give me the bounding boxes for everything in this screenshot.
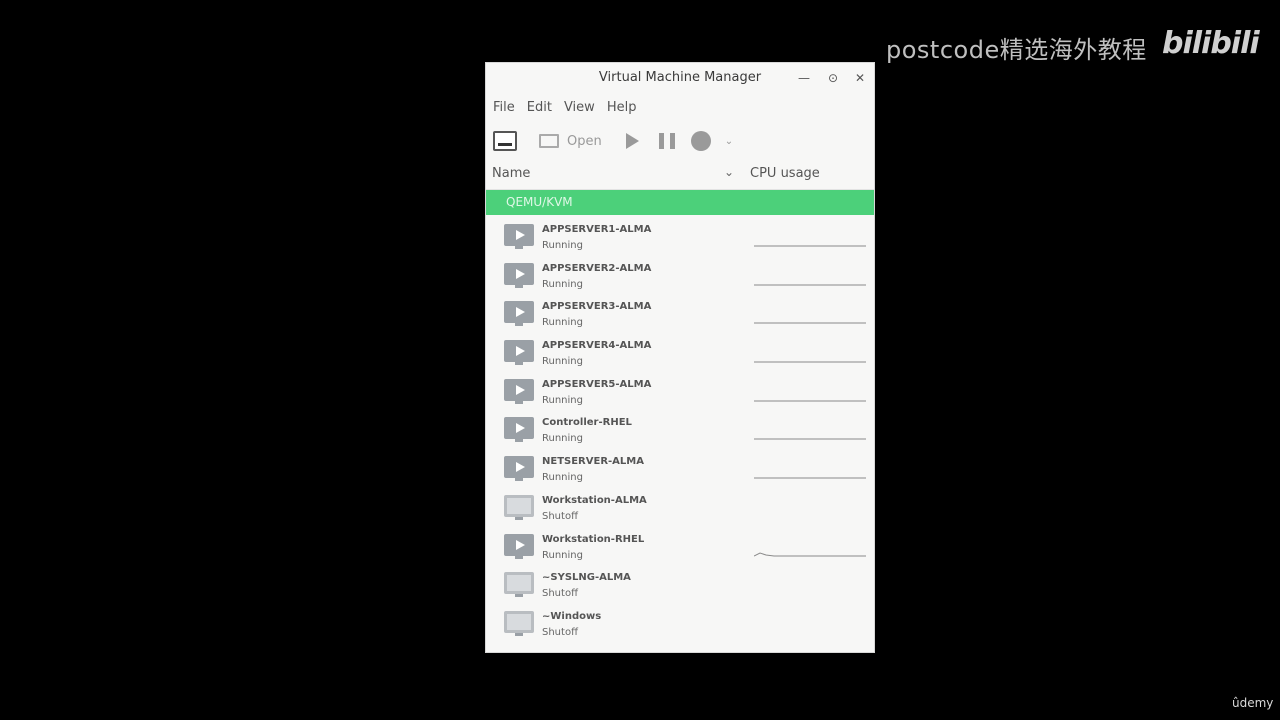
vm-name: APPSERVER3-ALMA xyxy=(542,301,652,313)
vm-row[interactable]: APPSERVER4-ALMA Running xyxy=(486,336,874,375)
toolbar: Open ⌄ xyxy=(486,121,874,161)
sort-chevron-icon[interactable]: ⌄ xyxy=(724,165,734,179)
new-vm-icon[interactable] xyxy=(493,131,517,151)
menu-bar: File Edit View Help xyxy=(486,95,874,121)
vm-status: Running xyxy=(542,433,583,445)
vm-status: Running xyxy=(542,317,583,329)
cpu-usage-graph xyxy=(754,551,866,556)
minimize-button[interactable]: — xyxy=(797,71,811,85)
cpu-usage-graph xyxy=(754,322,866,324)
vm-name: APPSERVER1-ALMA xyxy=(542,224,652,235)
vm-name: APPSERVER4-ALMA xyxy=(542,340,652,352)
vm-running-icon xyxy=(504,378,534,404)
watermark-text: postcode精选海外教程 xyxy=(886,36,1147,64)
vm-name: Controller-RHEL xyxy=(542,417,632,429)
open-label: Open xyxy=(567,133,602,149)
cpu-usage-graph xyxy=(754,284,866,286)
menu-view[interactable]: View xyxy=(564,95,595,121)
cpu-usage-graph xyxy=(754,438,866,440)
chevron-down-icon[interactable]: ⌄ xyxy=(725,136,733,147)
pause-icon[interactable] xyxy=(658,133,675,149)
list-header: Name ⌄ CPU usage xyxy=(486,161,874,190)
menu-edit[interactable]: Edit xyxy=(527,95,552,121)
menu-help[interactable]: Help xyxy=(607,95,637,121)
vm-row[interactable]: ~SYSLNG-ALMA Shutoff xyxy=(486,568,874,607)
vm-list: APPSERVER1-ALMA Running APPSERVER2-ALMA Run… xyxy=(486,215,874,646)
play-icon[interactable] xyxy=(625,133,639,149)
vm-status: Running xyxy=(542,240,583,251)
column-cpu-header[interactable]: CPU usage xyxy=(750,166,820,181)
connection-label: QEMU/KVM xyxy=(506,195,573,209)
vm-status: Running xyxy=(542,394,583,406)
vm-row[interactable]: APPSERVER5-ALMA Running xyxy=(486,375,874,414)
cpu-usage-line xyxy=(754,551,866,556)
monitor-icon xyxy=(539,134,559,148)
vm-row[interactable]: APPSERVER1-ALMA Running xyxy=(486,220,874,259)
vm-name: Workstation-RHEL xyxy=(542,533,645,545)
vm-running-icon xyxy=(504,301,534,327)
vm-status: Shutoff xyxy=(542,510,578,522)
close-button[interactable]: ✕ xyxy=(853,71,867,85)
cpu-usage-graph xyxy=(754,400,866,402)
window-title: Virtual Machine Manager xyxy=(598,70,762,85)
vm-status: Running xyxy=(542,278,583,290)
vm-running-icon xyxy=(504,533,534,559)
vm-name: Workstation-ALMA xyxy=(542,494,647,506)
vm-status: Running xyxy=(542,356,583,368)
vm-row[interactable]: APPSERVER3-ALMA Running xyxy=(486,297,874,336)
vm-running-icon xyxy=(504,456,534,482)
cpu-usage-graph xyxy=(754,477,866,479)
open-button[interactable]: Open xyxy=(539,134,602,149)
vm-row[interactable]: Workstation-ALMA Shutoff xyxy=(486,491,874,530)
vm-shutoff-icon xyxy=(504,610,534,636)
bilibili-logo: bilibili xyxy=(1162,26,1260,61)
virt-manager-window: Virtual Machine Manager — ⊙ ✕ File Edit … xyxy=(485,62,875,653)
cpu-usage-graph xyxy=(754,361,866,363)
column-name-header[interactable]: Name xyxy=(492,166,530,181)
vm-status: Shutoff xyxy=(542,588,578,600)
vm-shutoff-icon xyxy=(504,572,534,598)
vm-row[interactable]: APPSERVER2-ALMA Running xyxy=(486,259,874,298)
cpu-usage-graph xyxy=(754,245,866,247)
vm-status: Running xyxy=(542,472,583,484)
vm-row[interactable]: ~Windows Shutoff xyxy=(486,607,874,646)
vm-row[interactable]: Controller-RHEL Running xyxy=(486,413,874,452)
vm-name: APPSERVER5-ALMA xyxy=(542,378,652,390)
vm-status: Shutoff xyxy=(542,626,578,638)
stop-icon[interactable] xyxy=(690,131,711,151)
menu-file[interactable]: File xyxy=(493,95,515,121)
vm-row[interactable]: Workstation-RHEL Running xyxy=(486,530,874,569)
vm-shutoff-icon xyxy=(504,494,534,520)
vm-running-icon xyxy=(504,417,534,443)
vm-name: APPSERVER2-ALMA xyxy=(542,262,652,274)
vm-name: ~SYSLNG-ALMA xyxy=(542,572,631,584)
udemy-logo: ûdemy xyxy=(1232,696,1274,710)
vm-running-icon xyxy=(504,340,534,366)
maximize-button[interactable]: ⊙ xyxy=(826,71,840,85)
vm-row[interactable]: NETSERVER-ALMA Running xyxy=(486,452,874,491)
vm-running-icon xyxy=(504,224,534,249)
vm-name: NETSERVER-ALMA xyxy=(542,456,644,468)
vm-name: ~Windows xyxy=(542,610,602,622)
vm-running-icon xyxy=(504,262,534,288)
connection-row[interactable]: QEMU/KVM xyxy=(486,190,874,215)
vm-status: Running xyxy=(542,549,583,561)
title-bar[interactable]: Virtual Machine Manager — ⊙ ✕ xyxy=(486,63,874,95)
